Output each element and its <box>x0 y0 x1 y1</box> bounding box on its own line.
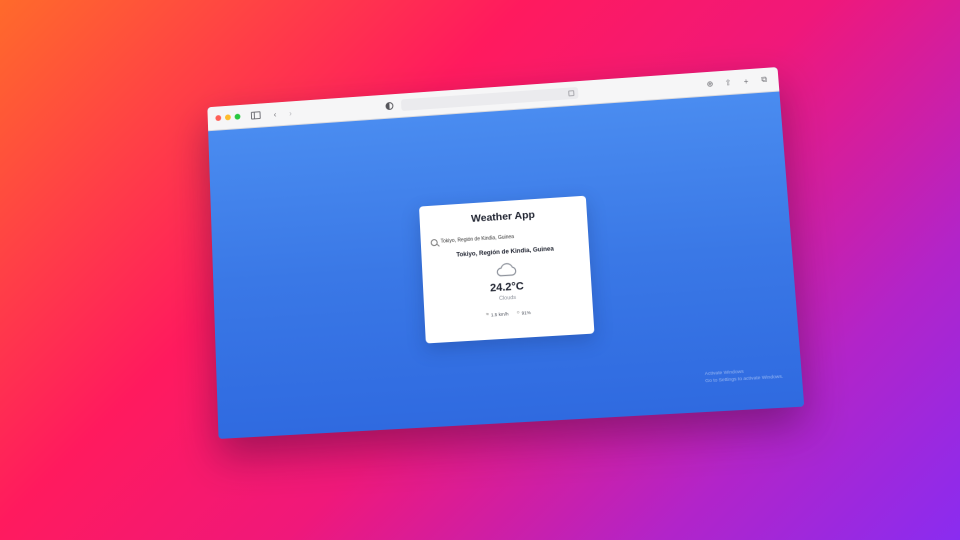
browser-window: ‹ › ⊕ ⇧ + ⧉ Weather App Tokiyo, Región d… <box>207 67 805 439</box>
humidity-value: 91% <box>521 309 531 316</box>
new-tab-icon[interactable]: + <box>740 75 753 88</box>
zoom-window-button[interactable] <box>234 113 241 120</box>
humidity-icon: ○ <box>516 309 520 316</box>
app-title: Weather App <box>470 208 536 225</box>
download-icon[interactable]: ⊕ <box>703 77 716 90</box>
humidity-detail: ○ 91% <box>516 309 531 316</box>
back-icon[interactable]: ‹ <box>269 108 281 120</box>
toolbar-actions: ⊕ ⇧ + ⧉ <box>703 73 770 89</box>
search-input[interactable] <box>440 229 579 245</box>
location-name: Tokiyo, Región de Kindia, Guinea <box>456 245 555 259</box>
activate-windows-watermark: Activate Windows Go to Settings to activ… <box>705 366 784 385</box>
weather-details: ≈ 1.5 km/h ○ 91% <box>434 306 583 321</box>
wind-speed: 1.5 km/h <box>490 310 509 317</box>
search-icon <box>430 238 438 246</box>
page-viewport: Weather App Tokiyo, Región de Kindia, Gu… <box>208 91 805 439</box>
navigation-buttons: ‹ › <box>269 107 296 120</box>
wind-detail: ≈ 1.5 km/h <box>485 310 509 318</box>
close-window-button[interactable] <box>215 114 222 122</box>
window-controls <box>215 113 241 122</box>
minimize-window-button[interactable] <box>224 114 231 121</box>
tabs-overview-icon[interactable]: ⧉ <box>758 73 771 86</box>
cloud-icon <box>495 261 518 278</box>
forward-icon[interactable]: › <box>284 107 296 119</box>
sidebar-icon[interactable] <box>250 109 262 121</box>
privacy-icon[interactable] <box>383 100 395 112</box>
wind-icon: ≈ <box>485 311 490 318</box>
share-icon[interactable]: ⇧ <box>722 76 735 89</box>
weather-card: Weather App Tokiyo, Región de Kindia, Gu… <box>419 195 595 344</box>
reload-icon[interactable] <box>568 90 575 97</box>
